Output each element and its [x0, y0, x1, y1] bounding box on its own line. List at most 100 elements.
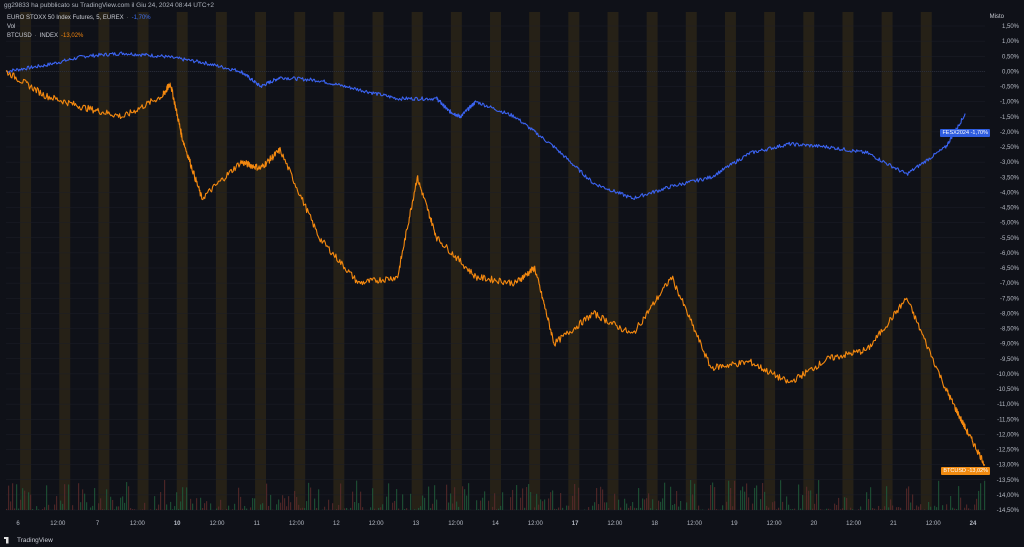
volume-bar	[24, 490, 26, 510]
volume-bar	[968, 508, 970, 510]
volume-bar	[114, 509, 116, 510]
volume-bar	[32, 509, 34, 510]
volume-bar	[422, 495, 424, 510]
footer: TradingView	[0, 533, 1024, 547]
volume-bar	[542, 501, 544, 510]
volume-bar	[752, 503, 754, 510]
legend-dot-icon: ·	[126, 15, 129, 21]
legend-series-1[interactable]: EURO STOXX 50 Index Futures, 5, EUREX · …	[7, 14, 151, 23]
volume-bar	[830, 509, 832, 510]
volume-bar	[530, 492, 532, 510]
volume-bar	[714, 487, 716, 510]
tradingview-logo-icon	[4, 536, 9, 544]
volume-bar	[918, 506, 920, 510]
volume-bar	[174, 506, 176, 510]
volume-bar	[764, 491, 766, 510]
volume-bar	[78, 483, 80, 510]
volume-bar	[338, 504, 340, 510]
volume-bar	[456, 501, 458, 510]
y-axis[interactable]: 1,50% 1,00% 0,50% 0,00% -0,50% -1,00% -1,50% -2…	[997, 24, 1020, 514]
volume-bar	[924, 509, 926, 510]
legend-series-2-source: INDEX	[39, 33, 59, 39]
volume-bar	[482, 497, 484, 510]
y-tick-label: -3,50%	[1000, 175, 1020, 181]
volume-bar	[642, 498, 644, 510]
volume-bar	[22, 488, 24, 510]
x-tick-label: 12:00	[767, 521, 783, 527]
volume-bar	[110, 496, 112, 510]
volume-bar	[880, 509, 882, 510]
volume-bar	[780, 480, 782, 510]
volume-bar	[748, 497, 750, 510]
volume-bar	[786, 496, 788, 510]
volume-bar	[572, 495, 574, 510]
volume-bar	[818, 480, 820, 510]
x-tick-label: 19	[731, 521, 738, 527]
volume-bar	[468, 483, 470, 510]
volume-bar	[958, 486, 960, 510]
volume-bar	[196, 498, 198, 510]
chart-canvas[interactable]: 1,50% 1,00% 0,50% 0,00% -0,50% -1,00% -1,50% -2…	[0, 12, 1024, 533]
volume-bar	[686, 502, 688, 510]
volume-bar	[60, 500, 62, 510]
volume-bar	[956, 509, 958, 510]
volume-bar	[798, 484, 800, 510]
chart-legend: EURO STOXX 50 Index Futures, 5, EUREX · …	[7, 14, 151, 41]
published-header: gg29833 ha pubblicato su TradingView.com…	[4, 2, 215, 9]
y-tick-label: -14,00%	[997, 493, 1020, 499]
volume-bar	[494, 493, 496, 510]
volume-bar	[28, 492, 30, 510]
volume-bar	[892, 505, 894, 510]
volume-bar	[394, 500, 396, 510]
legend-vol[interactable]: Vol	[7, 23, 151, 32]
volume-bar	[282, 495, 284, 510]
volume-bar	[620, 507, 622, 510]
y-tick-label: -8,50%	[1000, 327, 1020, 333]
volume-bar	[48, 504, 50, 510]
volume-bar	[432, 503, 434, 510]
volume-bar	[566, 505, 568, 510]
volume-bar	[250, 507, 252, 510]
volume-bar	[378, 507, 380, 510]
volume-bar	[352, 491, 354, 510]
volume-bar	[98, 503, 100, 510]
y-tick-label: -4,50%	[1000, 206, 1020, 212]
volume-bar	[756, 485, 758, 510]
volume-bar	[526, 487, 528, 510]
volume-bar	[450, 493, 452, 510]
volume-bar	[910, 502, 912, 510]
x-axis[interactable]: 6 12:00 7 12:00 10 12:00 11 12:00 12 12:00 13 12:00…	[16, 521, 977, 527]
volume-bar	[544, 499, 546, 510]
volume-bar	[746, 483, 748, 510]
volume-bar	[266, 483, 268, 510]
volume-bar	[520, 497, 522, 510]
volume-bar	[448, 502, 450, 510]
y-tick-label: -9,50%	[1000, 357, 1020, 363]
volume-bar	[540, 499, 542, 510]
x-tick-label: 12:00	[926, 521, 942, 527]
volume-bar	[238, 487, 240, 510]
volume-bar	[304, 508, 306, 510]
x-tick-label: 7	[96, 521, 100, 527]
volume-bar	[730, 487, 732, 510]
volume-bar	[888, 507, 890, 510]
volume-bar	[290, 502, 292, 510]
volume-bar	[410, 493, 412, 510]
x-tick-label: 17	[572, 521, 579, 527]
volume-bar	[220, 499, 222, 510]
volume-bar	[658, 500, 660, 510]
volume-bar	[698, 505, 700, 510]
volume-bar	[598, 504, 600, 510]
volume-bar	[158, 504, 160, 510]
volume-bar	[660, 501, 662, 510]
volume-bar	[836, 504, 838, 510]
volume-bar	[898, 507, 900, 510]
legend-series-2[interactable]: BTCUSD · INDEX -13,02%	[7, 32, 151, 41]
volume-bar	[42, 509, 44, 510]
x-tick-label: 12:00	[369, 521, 385, 527]
volume-bar	[424, 497, 426, 510]
x-tick-label: 12	[333, 521, 340, 527]
volume-bar	[346, 507, 348, 510]
volume-bar	[112, 499, 114, 510]
volume-bar	[640, 507, 642, 510]
